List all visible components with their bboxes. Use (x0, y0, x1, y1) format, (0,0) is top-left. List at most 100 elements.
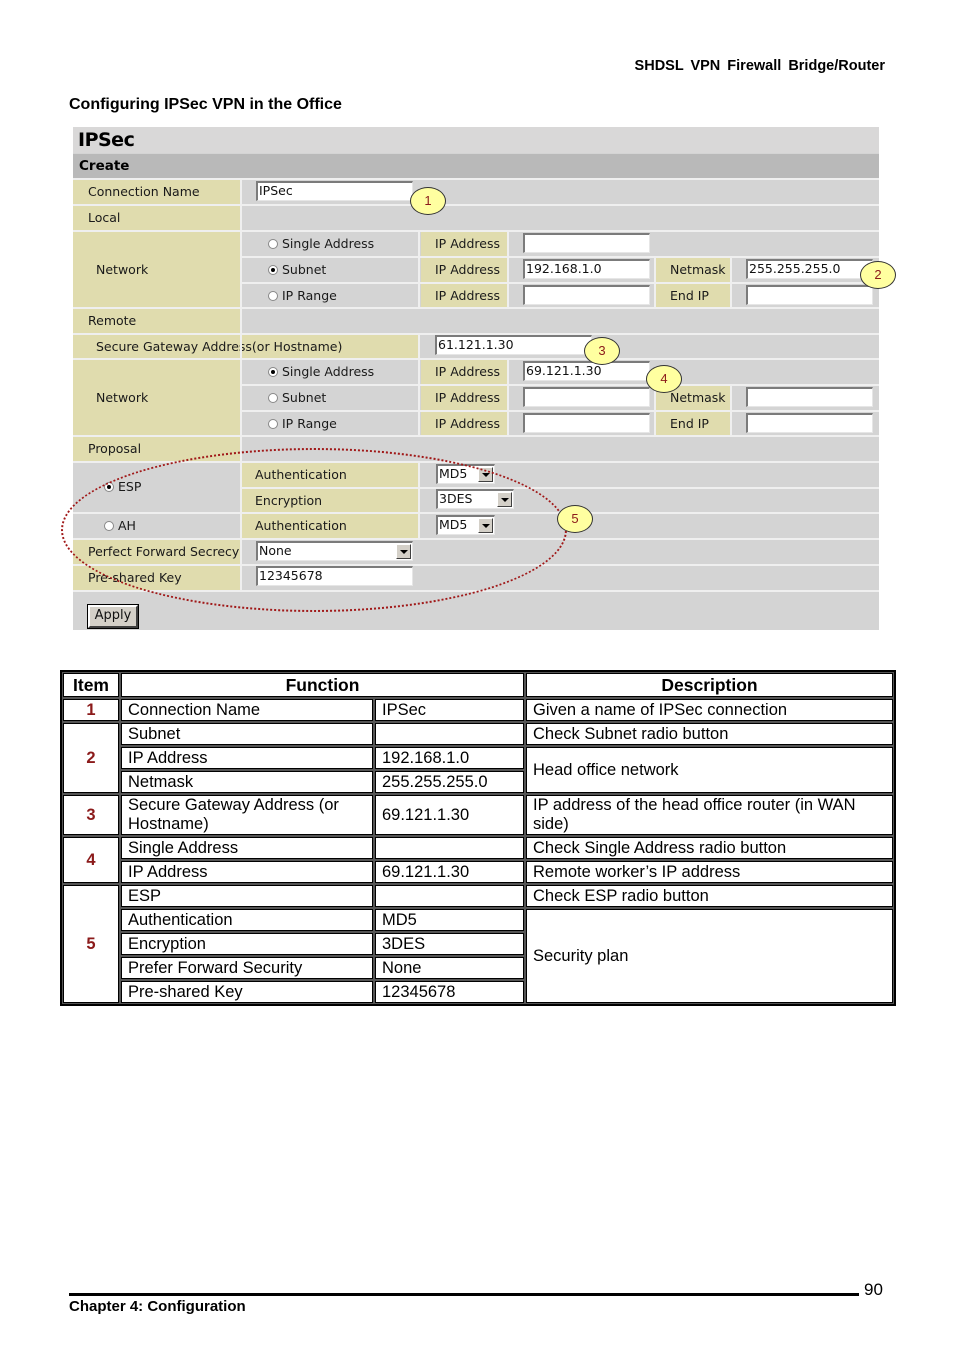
esp-enc-label: Encryption (242, 489, 418, 513)
chevron-down-icon (478, 518, 493, 533)
remote-ip-range-radio[interactable]: IP Range (268, 412, 418, 436)
page-number: 90 (864, 1280, 883, 1299)
remote-range-ip-input[interactable] (523, 413, 650, 433)
remote-end-ip-input[interactable] (746, 413, 873, 433)
remote-range-ip-label: IP Address (421, 412, 507, 436)
function-cell: Single Address (120, 836, 374, 860)
local-network-label: Network (73, 232, 240, 308)
description-cell: Check Single Address radio button (525, 836, 894, 860)
header-description: Description (525, 672, 894, 698)
esp-encryption-select[interactable]: 3DES (436, 489, 514, 509)
local-ip-range-radio[interactable]: IP Range (268, 284, 418, 308)
col-divider (730, 258, 732, 308)
local-single-ip-label: IP Address (421, 232, 507, 256)
function-cell: Netmask (120, 770, 374, 794)
remote-single-address-radio[interactable]: Single Address (268, 360, 418, 384)
value-cell: IPSec (374, 698, 525, 722)
value-cell: 255.255.255.0 (374, 770, 525, 794)
settings-table: Item Function Description 1 Connection N… (60, 670, 896, 1006)
remote-single-ip-input[interactable]: 69.121.1.30 (523, 361, 650, 381)
psk-input[interactable]: 12345678 (256, 566, 413, 586)
value-cell (374, 722, 525, 746)
item-number: 3 (62, 794, 120, 836)
radio-icon (268, 393, 278, 403)
local-label: Local (73, 206, 240, 230)
col-divider (654, 258, 656, 308)
secure-gateway-input[interactable]: 61.121.1.30 (435, 335, 592, 355)
chapter-label: Chapter 4: Configuration (69, 1298, 246, 1315)
remote-subnet-radio[interactable]: Subnet (268, 386, 418, 410)
row-divider (73, 564, 879, 566)
function-cell: Subnet (120, 722, 374, 746)
value-cell: MD5 (374, 908, 525, 932)
header-function: Function (120, 672, 525, 698)
function-cell: ESP (120, 884, 374, 908)
description-cell: Security plan (525, 908, 894, 1004)
table-header-row: Item Function Description (62, 672, 894, 698)
esp-radio[interactable]: ESP (73, 463, 240, 513)
remote-subnet-ip-input[interactable] (523, 387, 650, 407)
row-divider (242, 487, 879, 489)
row-divider (73, 590, 879, 592)
remote-netmask-input[interactable] (746, 387, 873, 407)
item-number: 4 (62, 836, 120, 884)
table-row: IP Address 69.121.1.30 Remote worker’s I… (62, 860, 894, 884)
local-range-ip-input[interactable] (523, 285, 650, 305)
col-divider (240, 180, 242, 590)
local-range-ip-label: IP Address (421, 284, 507, 308)
local-subnet-radio[interactable]: Subnet (268, 258, 418, 282)
pfs-select[interactable]: None (256, 541, 413, 561)
ah-radio[interactable]: AH (73, 514, 240, 538)
function-cell: Pre-shared Key (120, 980, 374, 1004)
callout-2: 2 (860, 261, 896, 289)
callout-5: 5 (557, 505, 593, 533)
row-divider (73, 358, 879, 360)
description-cell: IP address of the head office router (in… (525, 794, 894, 836)
chevron-down-icon (478, 467, 493, 482)
description-cell: Remote worker’s IP address (525, 860, 894, 884)
table-row: 3 Secure Gateway Address (or Hostname) 6… (62, 794, 894, 836)
function-cell: IP Address (120, 860, 374, 884)
value-cell: 192.168.1.0 (374, 746, 525, 770)
local-single-address-radio[interactable]: Single Address (268, 232, 418, 256)
col-divider (730, 386, 732, 436)
col-divider (507, 232, 509, 308)
col-divider (418, 463, 420, 538)
footer-rule (69, 1293, 859, 1296)
row-divider (242, 256, 879, 258)
ipsec-panel: IPSec Create Connection Name IPSec Local… (73, 127, 879, 630)
function-cell: Connection Name (120, 698, 374, 722)
apply-button[interactable]: Apply (87, 604, 139, 629)
row-divider (73, 204, 879, 206)
local-end-ip-label: End IP (656, 284, 730, 308)
function-cell: Authentication (120, 908, 374, 932)
radio-icon (104, 521, 114, 531)
local-subnet-ip-input[interactable]: 192.168.1.0 (523, 259, 650, 279)
chevron-down-icon (497, 492, 512, 507)
row-divider (73, 538, 879, 540)
proposal-label: Proposal (73, 437, 240, 461)
esp-auth-label: Authentication (242, 463, 418, 487)
ah-auth-select[interactable]: MD5 (436, 515, 495, 535)
callout-4: 4 (646, 365, 682, 393)
connection-name-input[interactable]: IPSec (256, 181, 413, 201)
col-divider (507, 360, 509, 436)
row-divider (73, 307, 879, 309)
local-end-ip-input[interactable] (746, 285, 873, 305)
value-cell (374, 884, 525, 908)
radio-icon (268, 265, 278, 275)
local-netmask-input[interactable]: 255.255.255.0 (746, 259, 873, 279)
local-single-ip-input[interactable] (523, 233, 650, 253)
col-divider (654, 386, 656, 436)
table-row: 5 ESP Check ESP radio button (62, 884, 894, 1004)
connection-name-label: Connection Name (73, 180, 240, 204)
row-divider (73, 512, 879, 514)
remote-label: Remote (73, 309, 240, 333)
callout-3: 3 (584, 337, 620, 365)
function-cell: Secure Gateway Address (or Hostname) (120, 794, 374, 836)
row-divider (73, 230, 879, 232)
row-divider (73, 178, 879, 180)
esp-auth-select[interactable]: MD5 (436, 464, 495, 484)
ah-auth-label: Authentication (242, 514, 418, 538)
value-cell: None (374, 956, 525, 980)
